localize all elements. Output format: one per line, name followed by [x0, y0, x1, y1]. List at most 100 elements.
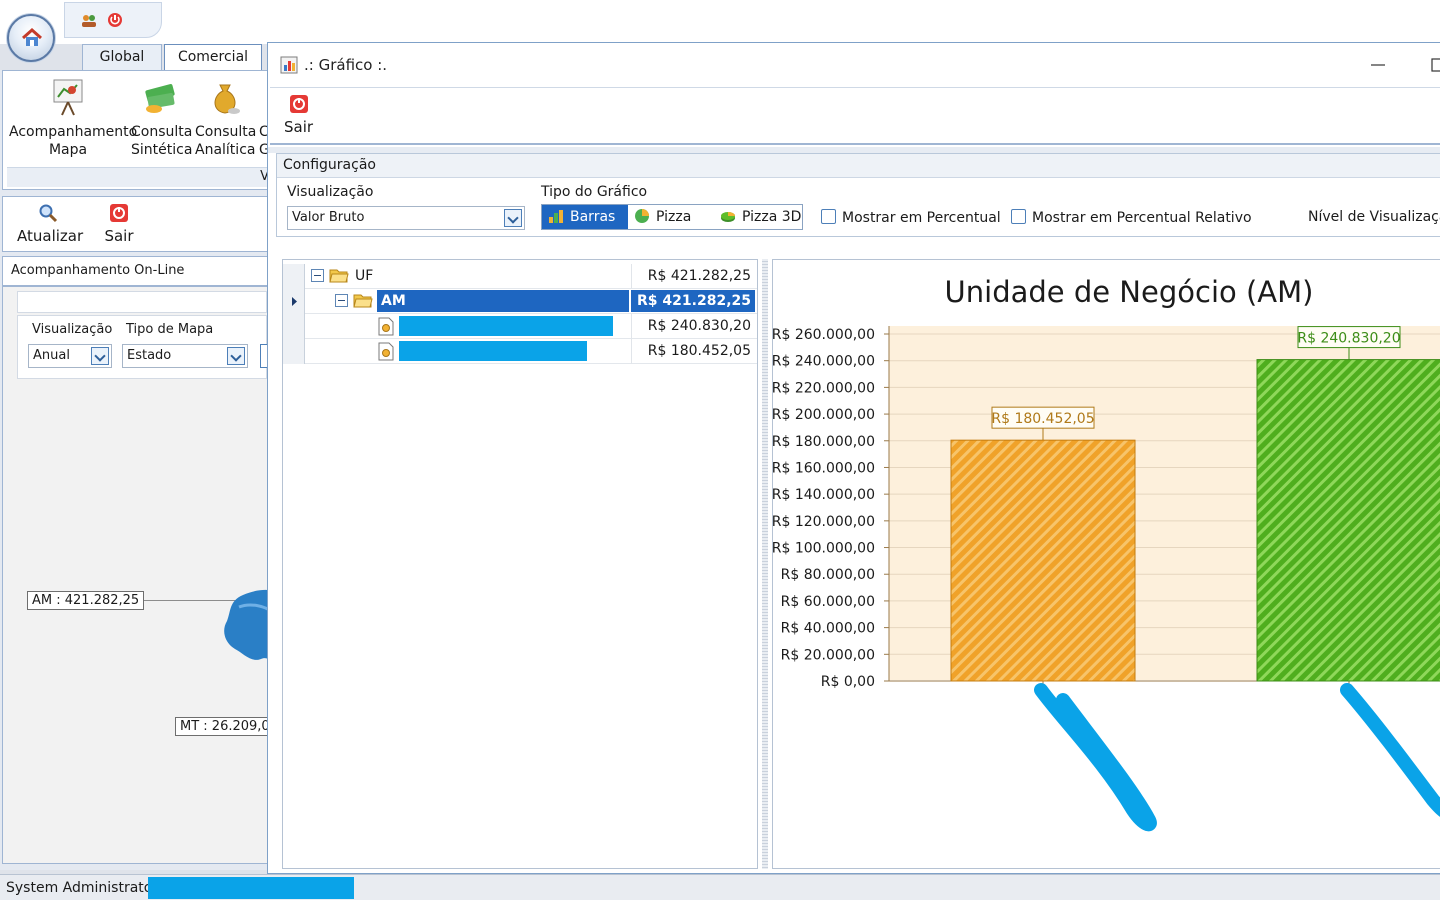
tree-row-value: R$ 180.452,05 — [631, 339, 757, 364]
chart-type-pizza-label: Pizza — [656, 209, 692, 225]
redacted-name — [399, 341, 587, 361]
y-tick-label: R$ 260.000,00 — [773, 327, 875, 343]
chevron-down-icon[interactable] — [227, 347, 245, 365]
chart-title: Unidade de Negócio (AM) — [945, 275, 1314, 309]
y-tick-label: R$ 100.000,00 — [773, 541, 875, 557]
chevron-down-icon[interactable] — [504, 209, 522, 227]
atualizar-button[interactable]: Atualizar — [17, 203, 84, 245]
chart-type-barras[interactable]: Barras — [542, 205, 628, 229]
application-menu-button[interactable] — [7, 14, 55, 62]
redacted-name — [399, 316, 613, 336]
nivel-visualizacao-label: Nível de Visualização — [1308, 209, 1440, 225]
tab-comercial[interactable]: Comercial — [164, 44, 262, 70]
chart-window-icon — [280, 56, 298, 74]
mostrar-percentual-relativo-checkbox[interactable]: Mostrar em Percentual Relativo — [1011, 209, 1252, 226]
pie-chart-icon — [635, 209, 649, 223]
chevron-down-icon[interactable] — [91, 347, 109, 365]
maximize-button[interactable] — [1418, 53, 1440, 77]
tipo-mapa-select-value: Estado — [127, 348, 172, 363]
title-strip — [0, 0, 1440, 44]
online-toolbar: Atualizar Sair — [2, 196, 268, 252]
online-bar — [17, 291, 267, 313]
row-indicator[interactable] — [283, 314, 305, 339]
main-panel: Acompanhamento Mapa Consulta Sintética C… — [0, 70, 270, 870]
consulta-sintetica-button[interactable]: Consulta Sintética — [131, 77, 193, 159]
ribbon-group-caption: V — [7, 167, 269, 187]
acompanhamento-mapa-button[interactable]: Acompanhamento Mapa — [9, 77, 137, 159]
consulta-analitica-label-1: Consulta — [195, 124, 257, 140]
tree-row-value: R$ 421.282,25 — [637, 293, 751, 309]
collapse-icon[interactable] — [311, 269, 324, 282]
row-indicator[interactable] — [283, 264, 305, 289]
visualizacao-grafico-select[interactable]: Valor Bruto — [287, 206, 525, 230]
acompanhamento-label-2: Mapa — [48, 142, 88, 158]
redacted-status — [148, 877, 354, 899]
data-label: R$ 180.452,05 — [991, 411, 1094, 427]
status-bar: System Administrator / — [0, 874, 1440, 900]
users-icon[interactable] — [81, 12, 97, 28]
row-indicator[interactable] — [283, 339, 305, 364]
bar[interactable] — [1256, 359, 1440, 682]
sair-grafico-button[interactable]: Sair — [284, 94, 313, 136]
online-filters: Visualização Tipo de Mapa Anual Estado — [17, 315, 267, 379]
mostrar-percentual-checkbox[interactable]: Mostrar em Percentual — [821, 209, 1001, 226]
minimize-icon — [1371, 64, 1385, 66]
tab-global[interactable]: Global — [82, 44, 162, 70]
exit-icon — [109, 203, 129, 223]
minimize-button[interactable] — [1363, 53, 1393, 77]
chart-type-selector: Barras Pizza Pizza 3D — [541, 204, 803, 230]
chart-type-pizza3d-label: Pizza 3D — [742, 209, 802, 225]
bar[interactable] — [950, 439, 1136, 682]
checkbox-box[interactable] — [1011, 209, 1026, 224]
map-label-am[interactable]: AM : 421.282,25 — [27, 591, 145, 610]
presentation-board-icon — [50, 77, 86, 117]
y-tick-label: R$ 40.000,00 — [781, 621, 875, 637]
visualizacao-select[interactable]: Anual — [28, 344, 112, 368]
pie-3d-icon — [721, 212, 735, 222]
online-header: Acompanhamento On-Line — [2, 256, 268, 286]
configuracao-header: Configuração — [277, 154, 1440, 178]
money-bag-icon — [207, 77, 243, 117]
grafico-titlebar: .: Gráfico :. — [268, 43, 1440, 87]
atualizar-label: Atualizar — [17, 227, 84, 245]
tree-row-value: R$ 421.282,25 — [631, 264, 757, 289]
mostrar-percentual-label: Mostrar em Percentual — [842, 210, 1001, 226]
tree-row[interactable]: R$ 240.830,20 — [283, 314, 757, 339]
chart-type-pizza3d[interactable]: Pizza 3D — [714, 205, 804, 229]
consulta-sintetica-label-2: Sintética — [131, 142, 193, 158]
tipo-mapa-select[interactable]: Estado — [122, 344, 248, 368]
tree-row-value: R$ 240.830,20 — [631, 314, 757, 339]
ribbon-group: Acompanhamento Mapa Consulta Sintética C… — [2, 70, 270, 190]
tree-row[interactable]: UF R$ 421.282,25 — [283, 264, 757, 289]
grafico-toolbar: Sair — [270, 87, 1440, 145]
redaction-scribble — [1034, 683, 1157, 832]
row-indicator[interactable] — [283, 289, 305, 314]
tree-row-selected[interactable]: AM R$ 421.282,25 — [283, 289, 757, 314]
y-tick-label: R$ 240.000,00 — [773, 354, 875, 370]
chart-type-pizza[interactable]: Pizza — [628, 205, 714, 229]
quick-access-toolbar — [64, 2, 162, 38]
checkbox-box[interactable] — [821, 209, 836, 224]
selection-highlight — [377, 290, 629, 312]
sair-left-button[interactable]: Sair — [101, 203, 137, 245]
collapse-icon[interactable] — [335, 294, 348, 307]
consulta-analitica-label-2: Analítica — [195, 142, 256, 158]
document-icon — [378, 317, 394, 336]
visualizacao-label: Visualização — [287, 184, 374, 200]
y-tick-label: R$ 200.000,00 — [773, 407, 875, 423]
consulta-analitica-button[interactable]: Consulta Analítica — [195, 77, 257, 159]
splitter-handle[interactable] — [762, 259, 768, 869]
bar-chart-icon — [549, 210, 563, 223]
tree-row[interactable]: R$ 180.452,05 — [283, 339, 757, 364]
configuracao-panel: Configuração Visualização Valor Bruto Ti… — [276, 153, 1440, 237]
power-icon[interactable] — [107, 12, 123, 28]
folder-open-icon — [353, 294, 373, 308]
map-region-am[interactable] — [221, 587, 268, 677]
map-label-mt[interactable]: MT : 26.209,0 — [175, 717, 267, 736]
mostrar-percentual-relativo-label: Mostrar em Percentual Relativo — [1032, 210, 1252, 226]
money-stack-icon — [142, 77, 178, 117]
tree-row-name: AM — [381, 293, 406, 309]
bar-chart: Unidade de Negócio (AM) R$ 0,00 R$ 20.000… — [773, 275, 1440, 832]
chart-type-barras-label: Barras — [570, 209, 616, 225]
tipo-grafico-label: Tipo do Gráfico — [541, 184, 648, 200]
